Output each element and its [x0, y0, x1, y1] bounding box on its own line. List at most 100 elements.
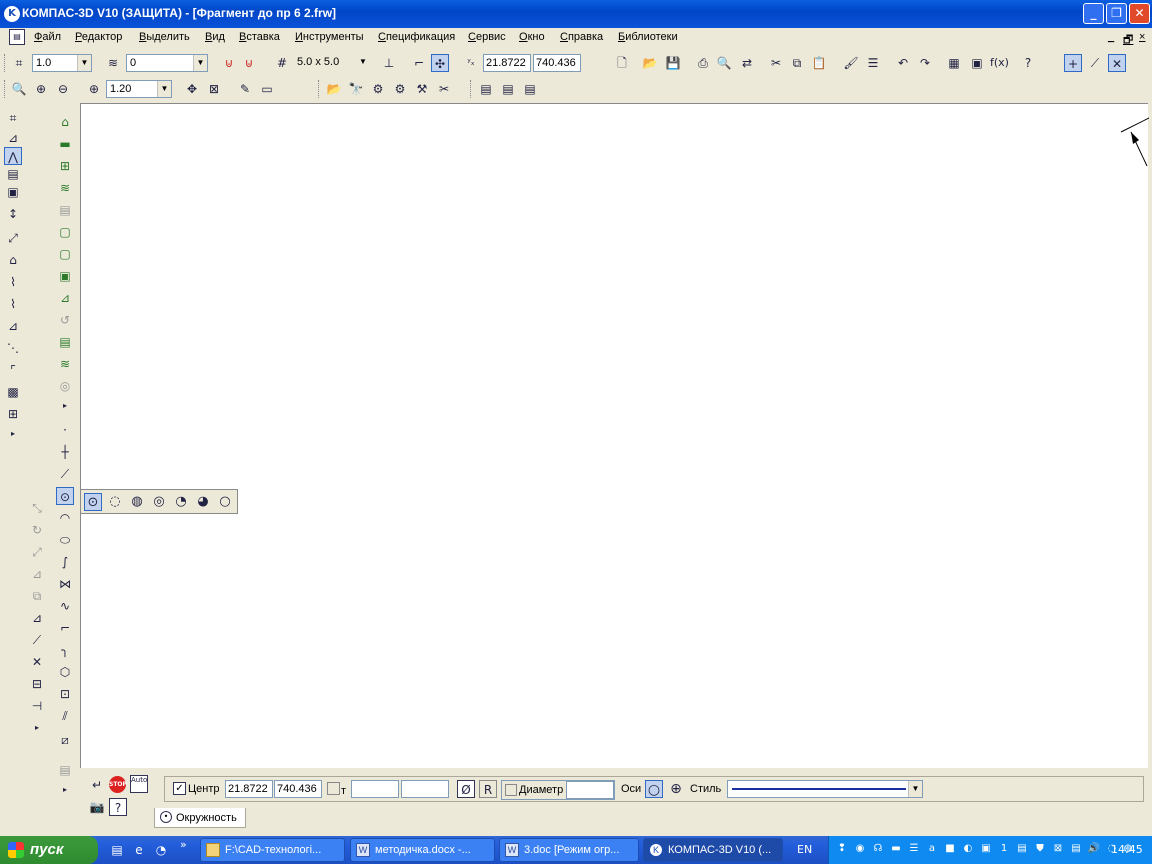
tool-layer-icon[interactable]: ≋ — [56, 179, 74, 197]
taskbar-button-kompas[interactable]: K КОМПАС-3D V10 (... — [643, 838, 783, 862]
toolbar-grip[interactable] — [4, 54, 7, 72]
lib-insert-icon[interactable]: ⚙ — [369, 80, 387, 98]
circle-2points-icon[interactable]: ○ — [216, 493, 234, 511]
export-icon[interactable]: ⇄ — [738, 54, 756, 72]
snap-magnet-icon[interactable]: ⊍ — [220, 54, 238, 72]
menu-help[interactable]: Справка — [560, 31, 603, 43]
edit-icon[interactable]: ▤ — [4, 165, 22, 183]
symmetry-icon[interactable]: ⊿ — [28, 565, 46, 583]
assoc-icon[interactable]: ⌂ — [4, 251, 22, 269]
stop-button[interactable]: STOP — [109, 776, 127, 793]
cut-icon[interactable]: ✂ — [767, 54, 785, 72]
split-icon[interactable]: ⊣ — [28, 697, 46, 715]
coord-y-field[interactable]: 740.436 — [533, 54, 581, 72]
rotate-icon[interactable]: ↻ — [28, 521, 46, 539]
network-icon[interactable]: ⊠ — [1051, 842, 1065, 856]
tab-circle[interactable]: • Окружность — [154, 808, 246, 828]
snap-line-icon[interactable]: ⟋ — [1086, 54, 1104, 72]
zoom-combo[interactable]: 1.20 ▼ — [106, 80, 172, 98]
show-all-icon[interactable]: ⊠ — [205, 80, 223, 98]
rectangle-icon[interactable]: ⊡ — [56, 685, 74, 703]
tray-icon[interactable]: ☰ — [907, 842, 921, 856]
arc-icon[interactable]: ◠ — [56, 509, 74, 527]
quicklaunch-more-icon[interactable]: » — [180, 838, 187, 851]
lib-manager-icon[interactable]: ⚙ — [391, 80, 409, 98]
paste-icon[interactable]: 📋 — [810, 54, 828, 72]
restore-button[interactable]: ❐ — [1106, 3, 1127, 24]
views-icon[interactable]: ⌜ — [4, 361, 22, 379]
tool-area-icon[interactable]: ▣ — [56, 267, 74, 285]
tool-report-icon[interactable]: ▤ — [56, 333, 74, 351]
open-folder-icon[interactable]: 📂 — [641, 54, 659, 72]
circle-tool-icon[interactable]: ⊙ — [56, 487, 74, 505]
panel-expand-icon[interactable]: ▸ — [28, 719, 46, 737]
polyline-icon[interactable]: ⋈ — [56, 575, 74, 593]
insert-panel-icon[interactable]: ⊿ — [4, 317, 22, 335]
fillet-icon[interactable]: ╮ — [56, 641, 74, 659]
mdi-restore-button[interactable]: 🗗 — [1123, 31, 1133, 50]
snap-toggle-icon[interactable]: ✣ — [431, 54, 449, 72]
tray-icon[interactable]: ⛊ — [1033, 842, 1047, 856]
properties-icon[interactable]: ☰ — [864, 54, 882, 72]
params-icon[interactable]: ▣ — [4, 183, 22, 201]
tray-icon[interactable]: 1 — [997, 842, 1011, 856]
tray-icon[interactable]: ▤ — [1069, 842, 1083, 856]
diameter-field[interactable] — [566, 781, 614, 799]
menu-select[interactable]: Выделить — [139, 31, 190, 43]
save-icon[interactable]: 💾 — [664, 54, 682, 72]
menu-file[interactable]: Файл — [34, 31, 61, 43]
tool-insert-view-icon[interactable]: ⊞ — [56, 157, 74, 175]
tool-more-icon[interactable]: ◎ — [56, 377, 74, 395]
circle-2curves-icon[interactable]: ◔ — [172, 493, 190, 511]
circle-tangent-point-icon[interactable]: ◎ — [150, 493, 168, 511]
tool-cut-icon[interactable]: ⊿ — [56, 289, 74, 307]
center-x-field[interactable]: 21.8722 — [225, 780, 273, 798]
circle-tangent-curve-icon[interactable]: ◍ — [128, 493, 146, 511]
library-icon[interactable]: ▣ — [968, 54, 986, 72]
equidistant-icon[interactable]: ⫽ — [56, 707, 74, 725]
panel-expand-icon[interactable]: ▸ — [4, 425, 22, 443]
diameter-toggle-button[interactable]: Ø — [457, 780, 475, 798]
radius-toggle-button[interactable]: R — [479, 780, 497, 798]
tool-view-icon[interactable]: ▬ — [56, 135, 74, 153]
bezier-icon[interactable]: ∿ — [56, 597, 74, 615]
cursor-point-icon[interactable]: + — [1064, 54, 1082, 72]
tool-frame-icon[interactable]: ▢ — [56, 245, 74, 263]
point-y-field[interactable] — [401, 780, 449, 798]
auto-create-button[interactable]: Auto — [130, 775, 148, 793]
close-button[interactable]: ✕ — [1129, 3, 1150, 24]
tool-rect-sel-icon[interactable]: ▢ — [56, 223, 74, 241]
measure-icon[interactable]: ↕ — [4, 205, 22, 223]
pan-icon[interactable]: ✥ — [183, 80, 201, 98]
coord-x-field[interactable]: 21.8722 — [483, 54, 531, 72]
toolbar-grip[interactable] — [318, 80, 321, 98]
variables-fx-icon[interactable]: f(x) — [990, 54, 1009, 72]
show-desktop-icon[interactable]: ▤ — [108, 841, 126, 859]
collect-contour-icon[interactable]: ▤ — [56, 761, 74, 779]
view-settings-icon[interactable]: ▭ — [258, 80, 276, 98]
fragment-icon[interactable]: ⋱ — [4, 339, 22, 357]
spec-panel-icon[interactable]: ⌇ — [4, 273, 22, 291]
ortho-mode-icon[interactable]: ⌐ — [410, 54, 428, 72]
reports-icon[interactable]: ⌇ — [4, 295, 22, 313]
aux-line-icon[interactable]: ┼ — [56, 443, 74, 461]
style-combo[interactable]: ▼ — [727, 780, 923, 798]
copy-icon[interactable]: ⧉ — [788, 54, 806, 72]
center-y-field[interactable]: 740.436 — [274, 780, 322, 798]
format-brush-icon[interactable]: 🖌 — [842, 54, 860, 72]
tool-rotate-icon[interactable]: ↺ — [56, 311, 74, 329]
quicklaunch-icon[interactable]: ◔ — [152, 841, 170, 859]
ellipse-icon[interactable]: ⬭ — [56, 531, 74, 549]
document-icon[interactable]: ▤ — [9, 29, 25, 45]
diameter-checkbox[interactable] — [505, 784, 517, 796]
layer-combo[interactable]: 0 ▼ — [126, 54, 208, 72]
with-axes-icon[interactable]: ⊕ — [667, 780, 685, 798]
hatch-icon[interactable]: ▩ — [4, 383, 22, 401]
mdi-close-button[interactable]: × — [1139, 31, 1145, 43]
print-preview-icon[interactable]: 🔍 — [715, 54, 733, 72]
toolbar-grip[interactable] — [470, 80, 473, 98]
menu-service[interactable]: Сервис — [468, 31, 506, 43]
language-indicator[interactable]: EN — [797, 843, 812, 856]
tray-icon[interactable]: ■ — [943, 842, 957, 856]
enter-arrow-icon[interactable]: ↵ — [88, 776, 106, 794]
